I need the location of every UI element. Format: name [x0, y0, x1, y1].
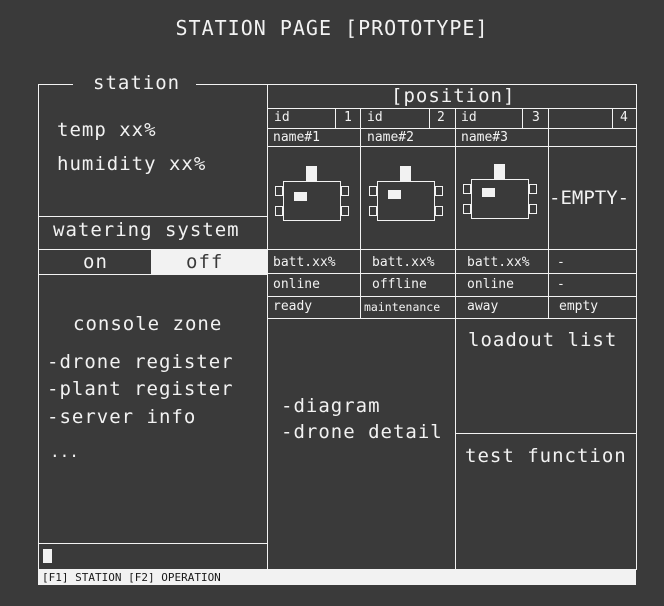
slot-3-id-label: id — [461, 110, 477, 125]
temp-readout: temp xx% — [57, 119, 157, 141]
slot-3-name: name#3 — [461, 130, 508, 145]
slot-4-number: 4 — [620, 110, 628, 125]
slot-2-drone-icon[interactable] — [368, 164, 450, 226]
grid-line — [267, 128, 636, 129]
station-frame-top-left — [38, 84, 73, 85]
slot-2-connection: offline — [372, 277, 427, 292]
slot-2-id-label: id — [367, 110, 383, 125]
slot-1-number: 1 — [344, 110, 352, 125]
status-bar: [F1] STATION [F2] OPERATION — [38, 569, 636, 585]
watering-on-button[interactable]: on — [83, 253, 108, 272]
grid-col — [429, 108, 430, 128]
slot-1-id-label: id — [274, 110, 290, 125]
slot-1-name: name#1 — [273, 130, 320, 145]
slot-1-connection: online — [273, 277, 320, 292]
center-divider — [267, 84, 268, 570]
detail-item-diagram[interactable]: -diagram — [281, 397, 381, 416]
grid-col — [548, 108, 549, 318]
status-bar-text: [F1] STATION [F2] OPERATION — [42, 571, 221, 584]
input-cursor[interactable] — [43, 549, 52, 563]
grid-col — [522, 108, 523, 128]
loadout-list-label[interactable]: loadout list — [468, 331, 617, 350]
console-item-more: ... — [50, 442, 79, 461]
grid-line — [267, 249, 636, 250]
console-item-server-info[interactable]: -server info — [47, 408, 196, 427]
slot-2-name: name#2 — [367, 130, 414, 145]
console-item-plant-register[interactable]: -plant register — [47, 380, 234, 399]
divider — [38, 216, 267, 217]
detail-item-drone-detail[interactable]: -drone detail — [281, 423, 443, 442]
grid-col — [455, 108, 456, 570]
slot-3-connection: online — [467, 277, 514, 292]
watering-off-button[interactable]: off — [151, 250, 267, 274]
slot-1-drone-icon[interactable] — [274, 164, 356, 226]
grid-line — [267, 146, 636, 147]
left-border — [38, 84, 39, 570]
slot-4-empty-label: -EMPTY- — [549, 187, 630, 209]
grid-col — [360, 108, 361, 318]
slot-2-number: 2 — [437, 110, 445, 125]
slot-1-battery: batt.xx% — [273, 255, 336, 270]
slot-3-number: 3 — [532, 110, 540, 125]
divider — [455, 433, 636, 434]
grid-line — [267, 108, 636, 109]
divider — [38, 274, 267, 275]
humidity-readout: humidity xx% — [57, 153, 207, 175]
slot-1-state: ready — [273, 299, 313, 314]
test-function-label[interactable]: test function — [465, 447, 627, 466]
grid-col — [612, 108, 613, 128]
slot-2-battery: batt.xx% — [372, 255, 435, 270]
station-label: station — [93, 72, 181, 94]
grid-line — [267, 318, 636, 319]
grid-line — [267, 273, 636, 274]
position-label: [position] — [391, 85, 516, 107]
slot-4-battery: - — [557, 255, 565, 270]
watering-off-label: off — [186, 251, 224, 273]
grid-line — [267, 296, 636, 297]
console-zone-label: console zone — [73, 313, 223, 335]
slot-4-state: empty — [559, 299, 599, 314]
page-title: STATION PAGE [PROTOTYPE] — [175, 16, 489, 40]
right-border — [636, 84, 637, 570]
slot-3-drone-icon[interactable] — [462, 162, 544, 224]
slot-3-state: away — [467, 299, 499, 314]
grid-col — [335, 108, 336, 128]
divider — [38, 543, 267, 544]
watering-system-label: watering system — [53, 219, 240, 241]
console-item-drone-register[interactable]: -drone register — [47, 353, 234, 372]
slot-4-connection: - — [557, 277, 565, 292]
slot-2-state: maintenance — [364, 300, 441, 314]
slot-3-battery: batt.xx% — [467, 255, 530, 270]
station-frame-top-right — [196, 84, 267, 85]
